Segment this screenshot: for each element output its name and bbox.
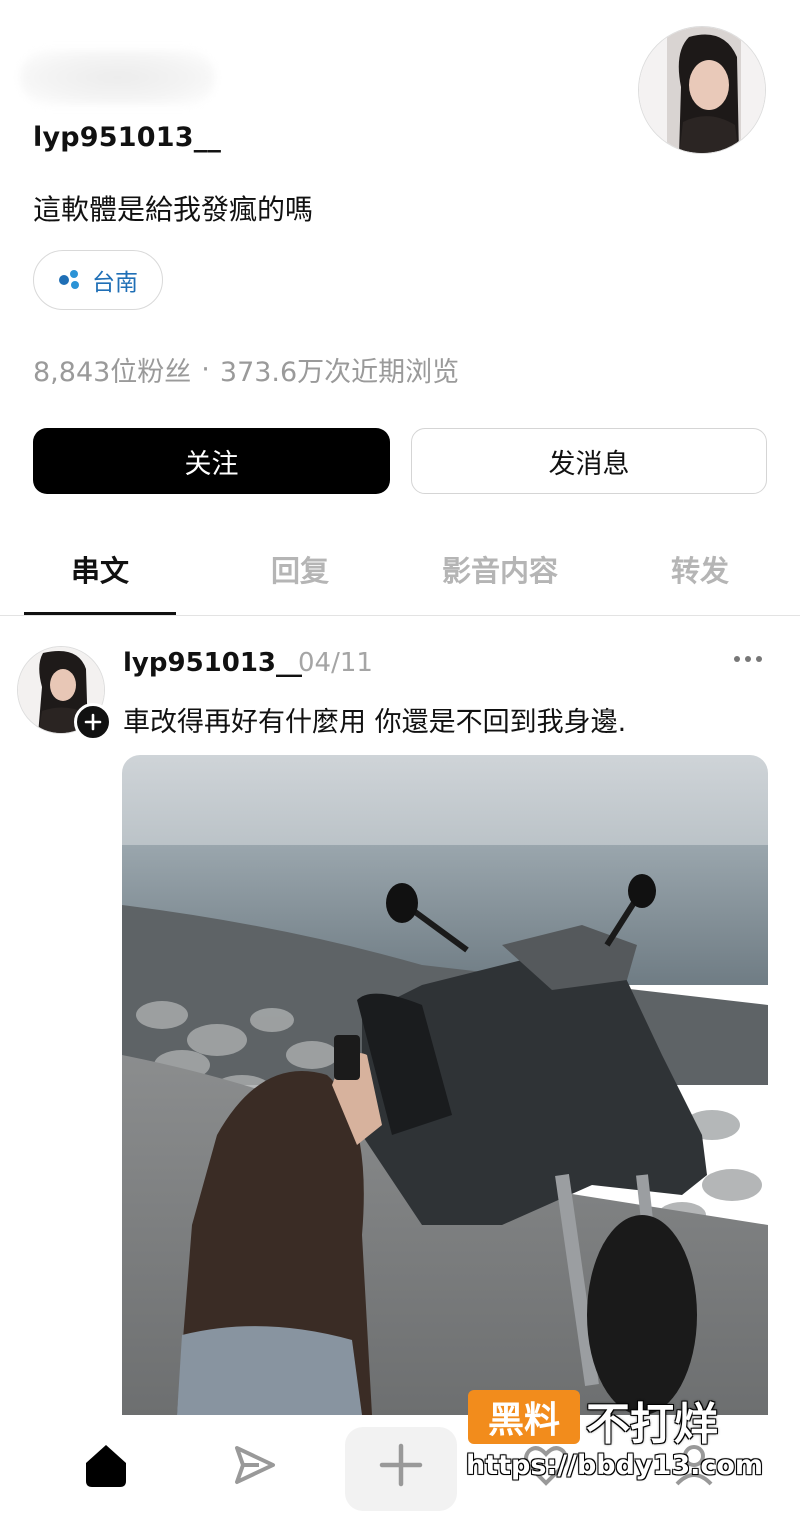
follow-plus-icon[interactable] [74, 703, 112, 741]
follow-button[interactable]: 关注 [33, 428, 390, 494]
watermark: 黑料 不打烊 https://bbdy13.com [466, 1388, 786, 1488]
tab-replies[interactable]: 回复 [200, 548, 400, 590]
avatar-photo [639, 27, 765, 153]
post-text: 車改得再好有什麼用 你還是不回到我身邊. [123, 707, 627, 738]
watermark-url: https://bbdy13.com [466, 1450, 764, 1481]
home-icon[interactable] [76, 1435, 136, 1495]
plus-icon[interactable] [371, 1435, 431, 1495]
profile-avatar[interactable] [638, 26, 766, 154]
location-label: 台南 [92, 270, 138, 296]
profile-bio: 這軟體是給我發瘋的嗎 [33, 193, 314, 226]
views-count: 373.6万次近期浏览 [219, 357, 460, 388]
post-date: 04/11 [298, 648, 373, 678]
blurred-display-name [20, 50, 215, 105]
motorcycle-photo [122, 755, 768, 1415]
tab-media[interactable]: 影音内容 [400, 548, 600, 590]
active-tab-indicator [24, 612, 176, 615]
tab-reposts[interactable]: 转发 [600, 548, 800, 590]
tab-threads[interactable]: 串文 [0, 548, 200, 590]
profile-stats: 8,843位粉丝 · 373.6万次近期浏览 [33, 350, 459, 389]
send-icon[interactable] [224, 1435, 284, 1495]
post-image[interactable] [122, 755, 768, 1415]
threads-dots-icon [59, 270, 79, 289]
profile-tabs: 串文 回复 影音内容 转发 [0, 530, 800, 616]
post-username[interactable]: lyp951013__ [123, 648, 302, 678]
watermark-badge: 黑料 [468, 1390, 580, 1444]
more-options-icon[interactable] [734, 656, 762, 662]
message-button[interactable]: 发消息 [411, 428, 767, 494]
profile-username: lyp951013__ [33, 122, 222, 153]
location-chip[interactable]: 台南 [33, 250, 163, 310]
watermark-title: 不打烊 [586, 1399, 718, 1450]
followers-count[interactable]: 8,843位粉丝 [33, 350, 191, 389]
stats-separator: · [201, 354, 210, 385]
